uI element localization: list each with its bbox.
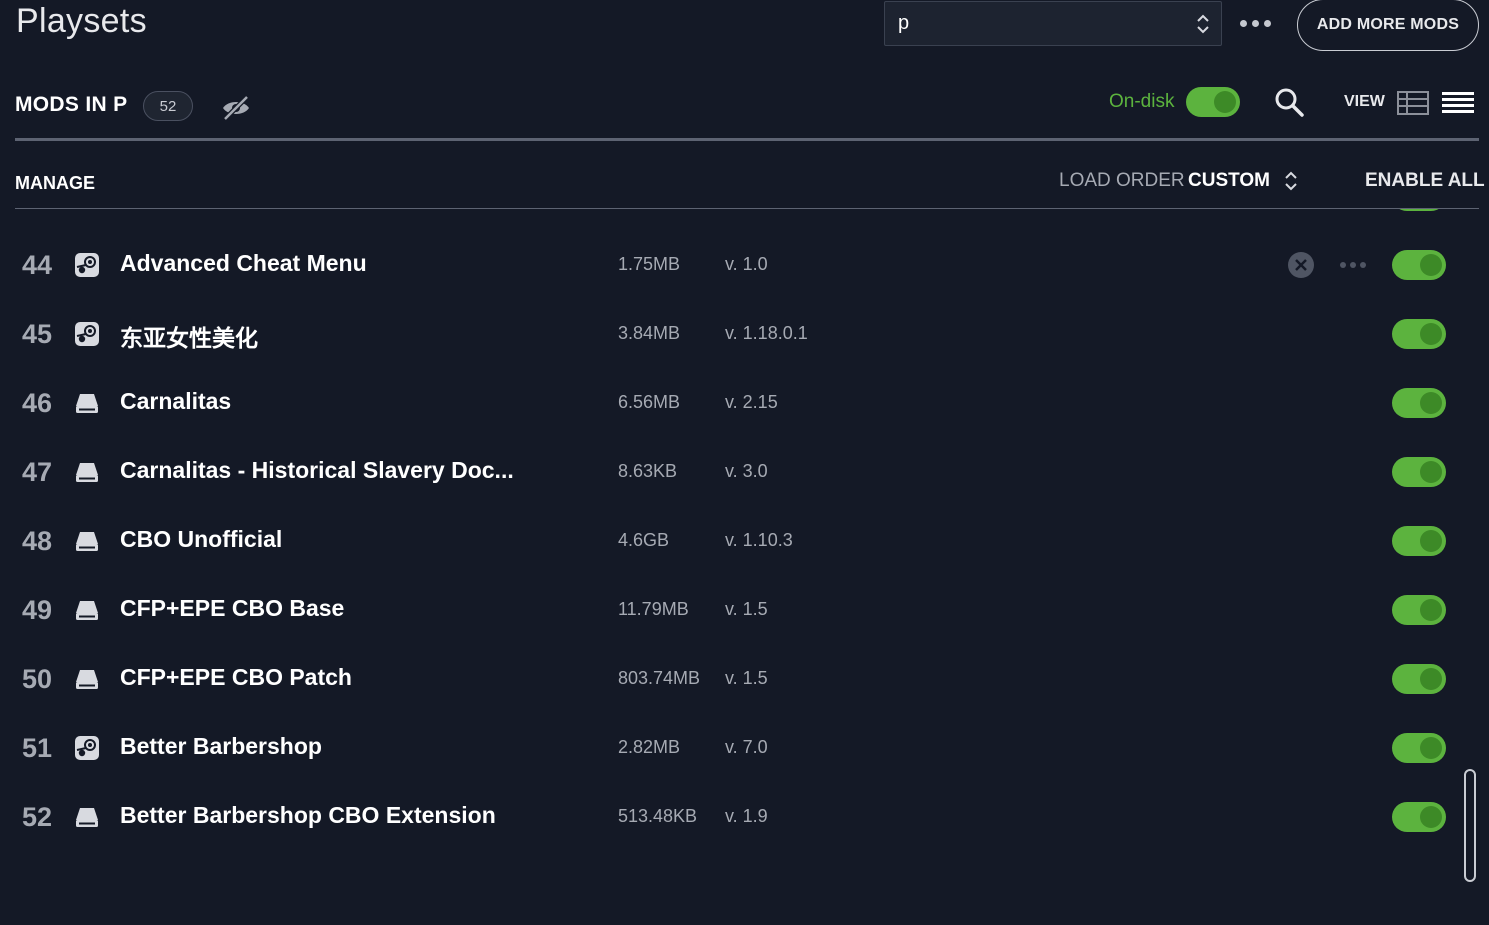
mod-load-index: 51 <box>22 733 53 763</box>
mod-more-options-button[interactable] <box>1335 250 1371 280</box>
mod-version: v. 1.5 <box>725 668 768 688</box>
mod-row[interactable]: 45 东亚女性美化 3.84MB v. 1.18.0.1 <box>0 299 1489 368</box>
mod-size: 1.75MB <box>618 254 681 274</box>
mod-size: 11.79MB <box>618 599 689 619</box>
mod-size: 513.48KB <box>618 806 698 826</box>
steam-icon <box>74 252 100 278</box>
mod-count-badge: 52 <box>143 91 193 121</box>
more-icon-dot <box>1251 19 1259 27</box>
mod-name[interactable]: CBO Unofficial <box>120 526 282 553</box>
mod-load-index: 49 <box>22 595 53 625</box>
mod-enabled-toggle[interactable] <box>1392 388 1446 418</box>
add-more-mods-button[interactable]: ADD MORE MODS <box>1297 0 1479 51</box>
mod-load-index: 45 <box>22 319 53 349</box>
mod-load-index: 52 <box>22 802 53 832</box>
mod-version: v. 1.18.0.1 <box>725 323 808 343</box>
mod-name[interactable]: CFP+EPE CBO Patch <box>120 664 352 691</box>
on-disk-toggle[interactable] <box>1186 87 1240 117</box>
on-disk-label: On-disk <box>1109 91 1175 112</box>
mod-version: v. 3.0 <box>725 461 768 481</box>
search-icon[interactable] <box>1273 86 1305 118</box>
mod-load-index: 48 <box>22 526 53 556</box>
mod-size: 6.56MB <box>618 392 681 412</box>
mod-load-index: 44 <box>22 250 53 280</box>
more-options-button[interactable] <box>1236 8 1274 38</box>
mod-name[interactable]: Advanced Cheat Menu <box>120 250 367 277</box>
mod-size: 2.82MB <box>618 737 681 757</box>
manage-label[interactable]: MANAGE <box>15 173 95 194</box>
view-compact-list-icon[interactable] <box>1441 90 1475 116</box>
mod-version: v. 1.5 <box>725 599 768 619</box>
local-disk-icon <box>74 666 100 692</box>
remove-mod-icon[interactable] <box>1286 250 1316 280</box>
page-title: Playsets <box>16 2 147 40</box>
local-disk-icon <box>74 528 100 554</box>
mod-size: 8.63KB <box>618 461 678 481</box>
mod-version: v. 7.0 <box>725 737 768 757</box>
enable-all-button[interactable]: ENABLE ALL <box>1365 170 1485 192</box>
mod-size: 3.84MB <box>618 323 681 343</box>
more-icon-dot <box>1350 262 1356 268</box>
view-label: VIEW <box>1344 93 1385 110</box>
mod-name[interactable]: Better Barbershop CBO Extension <box>120 802 496 829</box>
mod-load-index: 47 <box>22 457 53 487</box>
mod-version: v. 1.0 <box>725 254 768 274</box>
mod-size: 4.6GB <box>618 530 670 550</box>
mod-row[interactable]: 46 Carnalitas 6.56MB v. 2.15 <box>0 368 1489 437</box>
local-disk-icon <box>74 390 100 416</box>
more-icon-dot <box>1239 19 1247 27</box>
chevron-updown-icon[interactable] <box>1283 170 1299 192</box>
more-icon-dot <box>1340 262 1346 268</box>
section-title: MODS IN P <box>15 93 128 116</box>
mod-version: v. 1.10.3 <box>725 530 793 550</box>
mod-load-index: 50 <box>22 664 53 694</box>
view-detailed-icon[interactable] <box>1397 90 1429 116</box>
mod-name[interactable]: 东亚女性美化 <box>120 319 258 353</box>
mod-row[interactable]: 48 CBO Unofficial 4.6GB v. 1.10.3 <box>0 506 1489 575</box>
mod-enabled-toggle[interactable] <box>1392 526 1446 556</box>
mod-enabled-toggle[interactable] <box>1392 733 1446 763</box>
mod-load-index: 43 <box>22 209 62 212</box>
mod-version: v. 1.9 <box>725 806 768 826</box>
list-bottom-edge <box>0 918 1489 925</box>
mod-name[interactable]: CFP+EPE CBO Base <box>120 595 344 622</box>
steam-icon <box>74 321 100 347</box>
local-disk-icon <box>74 459 100 485</box>
mod-enabled-toggle[interactable] <box>1392 457 1446 487</box>
chevron-updown-icon <box>1197 14 1209 34</box>
playset-select[interactable]: p <box>884 1 1222 46</box>
mod-row[interactable]: 52 Better Barbershop CBO Extension 513.48K… <box>0 782 1489 851</box>
mod-enabled-toggle[interactable] <box>1392 595 1446 625</box>
scrollbar-thumb[interactable] <box>1464 769 1476 882</box>
mod-enabled-toggle[interactable] <box>1392 664 1446 694</box>
mod-row[interactable]: 51 Better Barbershop 2.82MB v. 7.0 <box>0 713 1489 782</box>
mod-enabled-toggle[interactable] <box>1392 250 1446 280</box>
mod-enabled-toggle[interactable] <box>1392 319 1446 349</box>
mod-enabled-toggle[interactable] <box>1392 802 1446 832</box>
mod-row[interactable]: 50 CFP+EPE CBO Patch 803.74MB v. 1.5 <box>0 644 1489 713</box>
local-disk-icon <box>74 804 100 830</box>
mod-name[interactable]: Better Barbershop <box>120 733 322 760</box>
mod-load-index: 46 <box>22 388 53 418</box>
mod-row[interactable]: 47 Carnalitas - Historical Slavery Doc...… <box>0 437 1489 506</box>
mod-list: 43Martial Arts: Cultivation1.58MBv. 0.5.… <box>0 209 1489 909</box>
mod-enabled-toggle[interactable] <box>1392 209 1446 211</box>
more-icon-dot <box>1263 19 1271 27</box>
playsets-app: Playsets p ADD MORE MODS MODS IN P 52 On… <box>0 0 1489 925</box>
mod-row[interactable]: 49 CFP+EPE CBO Base 11.79MB v. 1.5 <box>0 575 1489 644</box>
hide-disabled-icon[interactable] <box>219 92 253 122</box>
mod-name[interactable]: Carnalitas <box>120 388 231 415</box>
load-order-select[interactable]: CUSTOM <box>1188 170 1270 192</box>
header-divider <box>15 138 1479 141</box>
more-icon-dot <box>1360 262 1366 268</box>
mod-version: v. 2.15 <box>725 392 778 412</box>
playset-select-value: p <box>898 12 910 34</box>
steam-icon <box>74 735 100 761</box>
mod-size: 803.74MB <box>618 668 701 688</box>
mod-row[interactable]: 44 Advanced Cheat Menu 1.75MB v. 1.0 <box>0 230 1489 299</box>
local-disk-icon <box>74 597 100 623</box>
mod-row[interactable]: 43Martial Arts: Cultivation1.58MBv. 0.5.… <box>0 209 1489 230</box>
load-order-label: LOAD ORDER <box>1059 170 1185 191</box>
mod-name[interactable]: Carnalitas - Historical Slavery Doc... <box>120 457 514 484</box>
